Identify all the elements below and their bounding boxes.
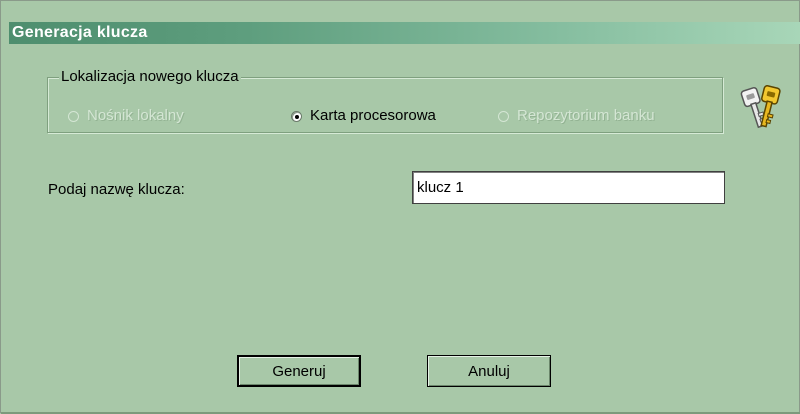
radio-local-storage-label: Nośnik lokalny: [87, 107, 184, 124]
keys-icon: [740, 85, 781, 129]
generate-button[interactable]: Generuj: [237, 355, 361, 387]
radio-smart-card-label: Karta procesorowa: [310, 107, 436, 124]
title-bar[interactable]: Generacja klucza: [9, 22, 800, 44]
radio-bank-repository-indicator[interactable]: [498, 110, 509, 122]
radio-smart-card-indicator[interactable]: [291, 110, 302, 122]
radio-smart-card[interactable]: Karta procesorowa: [291, 107, 436, 125]
window-title: Generacja klucza: [12, 24, 148, 41]
radio-bank-repository-label: Repozytorium banku: [517, 107, 655, 124]
radio-local-storage-indicator[interactable]: [68, 110, 79, 122]
radio-bank-repository[interactable]: Repozytorium banku: [498, 107, 655, 125]
key-name-input[interactable]: [412, 171, 725, 204]
key-location-legend: Lokalizacja nowego klucza: [59, 68, 241, 86]
radio-local-storage[interactable]: Nośnik lokalny: [68, 107, 184, 125]
cancel-button[interactable]: Anuluj: [427, 355, 551, 387]
dialog-window: Generacja klucza Lokalizacja nowego kluc…: [0, 0, 800, 414]
key-name-label: Podaj nazwę klucza:: [48, 181, 185, 198]
